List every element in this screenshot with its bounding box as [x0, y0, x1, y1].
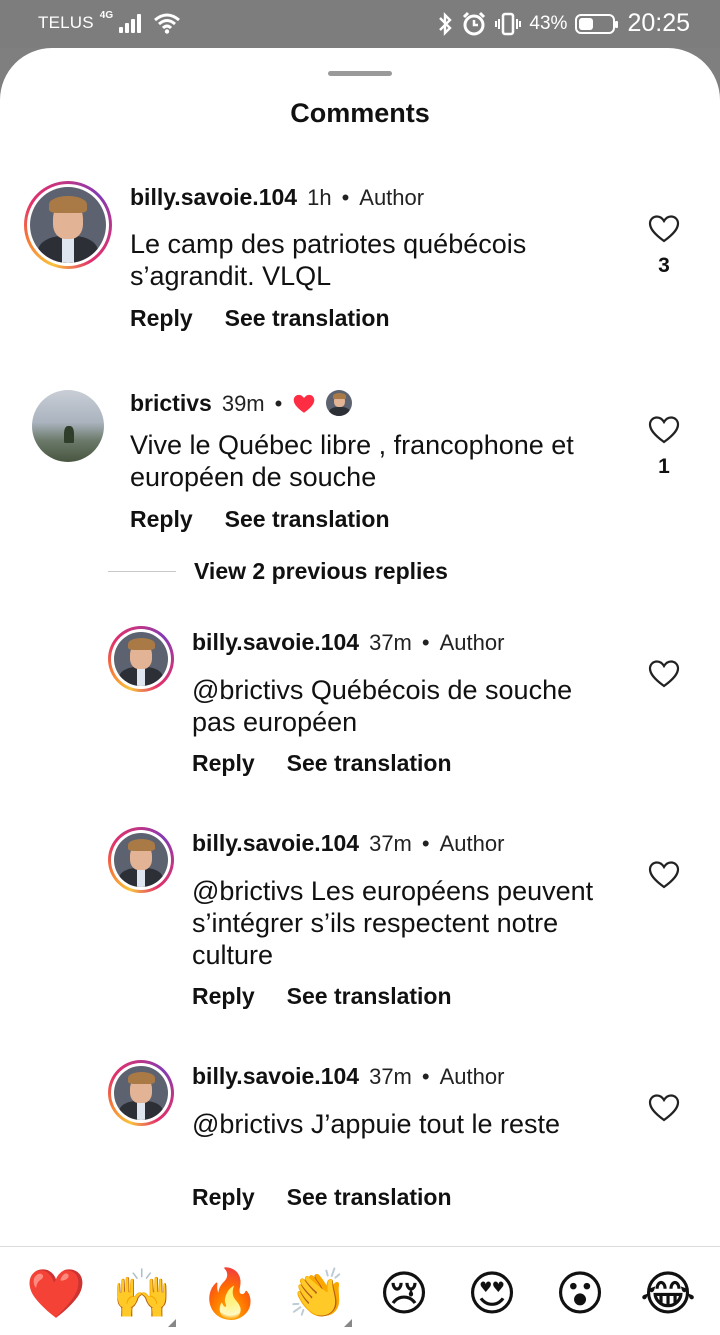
emoji-clapping-hands-glyph: 👏	[288, 1268, 348, 1321]
status-bar: TELUS 4G 43% 20:25	[0, 0, 720, 48]
signal-icon	[119, 13, 142, 33]
comment-text: Vive le Québec libre , francophone et eu…	[130, 430, 574, 492]
emoji-surprised-face[interactable]: 😮	[552, 1267, 608, 1323]
heart-outline-icon	[648, 861, 680, 889]
comments-sheet: Comments billy.savoie.104 1h • Author Le…	[0, 48, 720, 1335]
battery-icon	[575, 13, 619, 34]
emoji-crying-face[interactable]: 😢	[376, 1267, 432, 1323]
emoji-heart-eyes[interactable]: 😍	[464, 1267, 520, 1323]
reply-button[interactable]: Reply	[192, 750, 255, 777]
reply-time: 37m	[369, 630, 412, 655]
author-badge: Author	[359, 185, 425, 210]
see-translation-button[interactable]: See translation	[287, 750, 452, 777]
author-liked-avatar	[326, 390, 353, 416]
author-badge: Author	[439, 831, 505, 856]
emoji-tears-of-joy[interactable]: 😂	[640, 1267, 696, 1323]
comment-username[interactable]: billy.savoie.104	[130, 184, 297, 211]
reply-username[interactable]: billy.savoie.104	[192, 629, 359, 656]
like-button[interactable]	[644, 659, 684, 689]
vibrate-icon	[495, 12, 522, 35]
avatar[interactable]	[108, 827, 174, 893]
heart-filled-icon	[294, 394, 315, 413]
emoji-fire[interactable]: 🔥	[200, 1267, 260, 1323]
like-button[interactable]	[644, 860, 684, 890]
view-replies-label[interactable]: View 2 previous replies	[194, 558, 448, 585]
author-badge: Author	[439, 1064, 505, 1089]
comment-text: Le camp des patriotes québécois s’agrand…	[130, 229, 527, 291]
comment-time: 1h	[307, 185, 332, 210]
clock: 20:25	[627, 9, 690, 37]
like-count: 3	[658, 254, 670, 277]
reply-text: @brictivs Les européens peuvent s’intégr…	[192, 876, 594, 970]
comment-time: 39m	[221, 391, 265, 416]
avatar[interactable]	[24, 181, 112, 269]
view-previous-replies[interactable]: View 2 previous replies	[108, 558, 448, 585]
heart-outline-icon	[648, 1094, 680, 1122]
like-button[interactable]: 3	[644, 214, 684, 278]
comment-username[interactable]: brictivs	[130, 390, 212, 417]
heart-outline-icon	[648, 660, 680, 688]
reply-button[interactable]: Reply	[130, 305, 193, 332]
like-count: 1	[658, 455, 670, 478]
emoji-clapping-hands[interactable]: 👏	[288, 1267, 352, 1327]
reply-time: 37m	[369, 831, 412, 856]
wifi-icon	[154, 13, 181, 34]
separator-dot: •	[274, 391, 283, 416]
see-translation-button[interactable]: See translation	[225, 506, 390, 533]
drag-handle[interactable]	[328, 71, 392, 76]
sheet-title: Comments	[290, 98, 430, 128]
author-badge: Author	[439, 630, 505, 655]
heart-outline-icon	[648, 416, 680, 444]
reply-time: 37m	[369, 1064, 412, 1089]
see-translation-button[interactable]: See translation	[287, 983, 452, 1010]
reply-button[interactable]: Reply	[130, 506, 193, 533]
emoji-heart[interactable]: ❤️	[26, 1267, 86, 1323]
avatar[interactable]	[108, 1060, 174, 1126]
reply-button[interactable]: Reply	[192, 983, 255, 1010]
separator-dot: •	[421, 630, 430, 655]
separator-dot: •	[421, 1064, 430, 1089]
alarm-icon	[463, 11, 486, 35]
reply-text: @brictivs Québécois de souche pas europé…	[192, 675, 573, 737]
separator-dot: •	[421, 831, 430, 856]
reply-text: @brictivs J’appuie tout le reste	[192, 1109, 561, 1139]
carrier-label: TELUS	[38, 13, 94, 32]
reply-button[interactable]: Reply	[192, 1184, 255, 1211]
avatar[interactable]	[32, 390, 104, 462]
like-button[interactable]	[644, 1093, 684, 1123]
heart-outline-icon	[648, 215, 680, 243]
battery-percent: 43%	[529, 12, 568, 34]
see-translation-button[interactable]: See translation	[287, 1184, 452, 1211]
bluetooth-icon	[439, 11, 453, 36]
emoji-raised-hands[interactable]: 🙌	[112, 1267, 176, 1327]
reply-username[interactable]: billy.savoie.104	[192, 830, 359, 857]
emoji-raised-hands-glyph: 🙌	[112, 1268, 172, 1321]
reply-username[interactable]: billy.savoie.104	[192, 1063, 359, 1090]
see-translation-button[interactable]: See translation	[225, 305, 390, 332]
like-button[interactable]: 1	[644, 415, 684, 479]
separator-dot: •	[341, 185, 350, 210]
avatar[interactable]	[108, 626, 174, 692]
emoji-reaction-bar: ❤️ 🙌 🔥 👏 😢 😍 😮 😂	[0, 1246, 720, 1335]
network-type-label: 4G	[99, 9, 114, 21]
divider-line	[108, 571, 176, 572]
